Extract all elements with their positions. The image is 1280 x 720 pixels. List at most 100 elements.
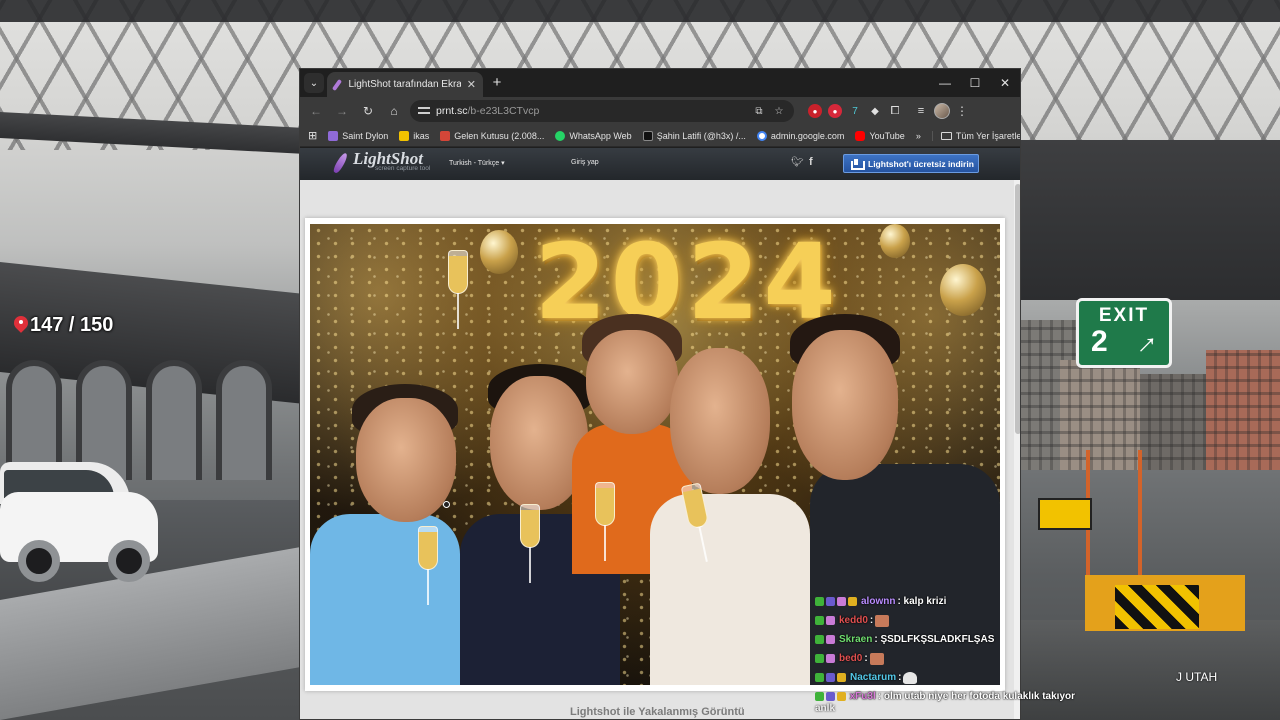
gold-balloon xyxy=(480,230,518,274)
moderator-badge-icon xyxy=(826,635,835,644)
kick-badge-icon xyxy=(815,673,824,682)
white-suv xyxy=(0,462,160,590)
scrollbar-thumb[interactable] xyxy=(1015,184,1020,434)
language-selector[interactable]: Turkish - Türkçe ▾ xyxy=(449,159,505,167)
face xyxy=(356,398,456,522)
back-button[interactable]: ← xyxy=(306,101,326,121)
bookmark-saint-dylon[interactable]: Saint Dylon xyxy=(328,130,389,141)
mouse-cursor xyxy=(443,501,450,508)
extension-badge-icon[interactable]: ● xyxy=(828,104,842,118)
bookmark-favicon xyxy=(328,130,339,141)
map-pin-icon xyxy=(14,316,28,336)
feather-icon xyxy=(332,152,350,172)
extension-diamond-icon[interactable]: ◆ xyxy=(868,104,882,118)
car-wheel xyxy=(108,540,150,582)
chat-text-continued: anlk xyxy=(815,703,836,714)
address-bar[interactable]: prnt.sc/b-e23L3CTvcp ⧉ ☆ xyxy=(410,100,794,122)
gift-badge-icon xyxy=(837,673,846,682)
whatsapp-icon xyxy=(555,130,566,141)
browser-toolbar: ← → ↻ ⌂ prnt.sc/b-e23L3CTvcp ⧉ ☆ ● ● 7 ◆… xyxy=(300,97,1020,125)
twitter-icon[interactable]: 🐦︎ xyxy=(791,157,804,168)
chat-message: Skraen : ŞSDLFKŞSLADKFLŞAS xyxy=(815,630,1075,649)
chevron-down-icon: ▾ xyxy=(501,160,505,167)
language-label: Turkish - Türkçe xyxy=(449,160,500,167)
bookmark-label: WhatsApp Web xyxy=(569,130,632,141)
car-wheel xyxy=(18,540,60,582)
location-label: J UTAH xyxy=(1176,670,1218,684)
image-caption: Lightshot ile Yakalanmış Görüntü xyxy=(570,706,745,718)
bookmark-x-profile[interactable]: Şahin Latifi (@h3x) /... xyxy=(642,130,746,141)
tab-lightshot[interactable]: LightShot tarafından Ekran Görü ✕ xyxy=(327,72,483,97)
bookmark-gmail[interactable]: Gelen Kutusu (2.008... xyxy=(440,130,545,141)
bookmark-ikas[interactable]: ikas xyxy=(399,130,429,141)
kick-badge-icon xyxy=(815,635,824,644)
gold-balloon xyxy=(940,264,986,316)
chat-message: alownn : kalp krizi xyxy=(815,592,1075,611)
tab-search-button[interactable]: ⌄ xyxy=(304,73,324,93)
chat-text: : ŞSDLFKŞSLADKFLŞAS xyxy=(874,634,995,645)
bookmark-label: admin.google.com xyxy=(770,130,845,141)
close-window-button[interactable]: ✕ xyxy=(990,69,1020,97)
chat-username: kedd0 xyxy=(839,615,868,626)
bookmark-youtube[interactable]: YouTube xyxy=(855,130,905,141)
chat-username: bed0 xyxy=(839,653,863,664)
bookmark-label: Saint Dylon xyxy=(342,130,389,141)
login-link[interactable]: Giriş yap xyxy=(571,159,599,166)
forward-button[interactable]: → xyxy=(332,101,352,121)
tab-title: LightShot tarafından Ekran Görü xyxy=(348,79,460,90)
champagne-glass xyxy=(448,250,468,329)
logo-tagline: screen capture tool xyxy=(375,165,431,172)
gmail-icon xyxy=(440,130,451,141)
barrier-pole xyxy=(1138,450,1142,580)
bookmark-label: Gelen Kutusu (2.008... xyxy=(454,130,545,141)
face xyxy=(670,348,770,494)
youtube-icon xyxy=(855,130,866,141)
facebook-icon[interactable]: f xyxy=(809,156,813,168)
lightshot-feather-icon xyxy=(333,79,343,90)
extensions-puzzle-icon[interactable]: ⧠ xyxy=(888,104,902,118)
site-info-icon[interactable] xyxy=(418,106,430,116)
subscriber-badge-icon xyxy=(825,692,835,701)
lightshot-logo[interactable]: LightShot screen capture tool xyxy=(332,150,431,172)
building xyxy=(1206,350,1280,470)
bookmark-google-admin[interactable]: admin.google.com xyxy=(756,130,845,141)
maximize-button[interactable]: ☐ xyxy=(960,69,990,97)
install-app-icon[interactable]: ⧉ xyxy=(752,106,766,117)
media-controls-icon[interactable]: ≡ xyxy=(914,104,928,118)
exit-sign: EXIT 2 → xyxy=(1076,298,1172,368)
menu-kebab-icon[interactable]: ⋮ xyxy=(956,101,968,121)
kick-badge-icon xyxy=(815,616,824,625)
x-logo-icon xyxy=(642,130,653,141)
person-1 xyxy=(310,384,470,685)
apps-grid-icon[interactable]: ⊞ xyxy=(308,129,317,142)
building xyxy=(1060,360,1140,470)
download-button[interactable]: Lightshot'ı ücretsiz indirin xyxy=(843,154,979,173)
new-tab-button[interactable]: + xyxy=(488,74,506,91)
chat-username: alownn xyxy=(861,596,896,607)
kick-badge-icon xyxy=(815,692,824,701)
bookmarks-bar: ⊞ Saint Dylon ikas Gelen Kutusu (2.008..… xyxy=(300,125,1020,147)
minimize-button[interactable]: — xyxy=(930,69,960,97)
emote-icon xyxy=(869,652,884,665)
exit-sign-word: EXIT xyxy=(1098,305,1150,326)
champagne-glass xyxy=(418,526,438,605)
bookmark-whatsapp[interactable]: WhatsApp Web xyxy=(555,130,632,141)
extension-7tv-icon[interactable]: 7 xyxy=(848,104,862,118)
chat-username: Skraen xyxy=(839,634,873,645)
bookmark-star-icon[interactable]: ☆ xyxy=(772,106,786,117)
profile-avatar[interactable] xyxy=(934,103,950,119)
all-bookmarks-folder[interactable]: Tüm Yer İşaretleri xyxy=(931,130,1020,141)
subscriber-badge-icon xyxy=(826,673,835,682)
chat-text: : xyxy=(869,615,874,626)
extension-red-icon[interactable]: ● xyxy=(808,104,822,118)
bookmarks-overflow-button[interactable]: » xyxy=(916,131,921,141)
chat-username: Nactarum xyxy=(850,672,897,683)
close-icon[interactable]: ✕ xyxy=(466,78,477,91)
road-work-sign xyxy=(1038,498,1092,530)
reload-button[interactable]: ↻ xyxy=(358,101,378,121)
bookmark-label: YouTube xyxy=(869,130,905,141)
chat-message: bed0 : xyxy=(815,649,1075,668)
home-button[interactable]: ⌂ xyxy=(384,101,404,121)
chat-username: xFu3l xyxy=(849,691,876,702)
moderator-badge-icon xyxy=(826,654,835,663)
